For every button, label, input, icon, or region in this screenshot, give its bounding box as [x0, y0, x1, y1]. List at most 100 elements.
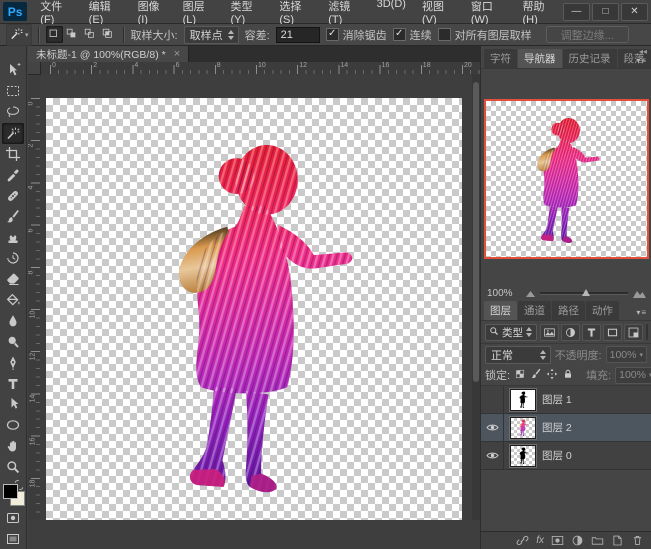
panel-menu-icon[interactable]: ▾≡: [636, 308, 647, 317]
pen-tool[interactable]: [2, 352, 24, 373]
smart-object-filter-icon[interactable]: [624, 324, 643, 341]
add-to-selection-button[interactable]: [64, 26, 81, 43]
visibility-toggle[interactable]: [481, 386, 504, 413]
layer-thumbnail[interactable]: [510, 417, 536, 439]
slider-thumb[interactable]: [582, 289, 590, 296]
layer-style-icon[interactable]: fx: [536, 535, 544, 546]
link-layers-icon[interactable]: [516, 534, 529, 547]
type-filter-icon[interactable]: [582, 324, 601, 341]
tab-paths[interactable]: 路径: [552, 301, 585, 320]
opacity-field[interactable]: 100% ▾: [606, 346, 647, 363]
layer-mask-icon[interactable]: [551, 534, 564, 547]
screen-mode-button[interactable]: [2, 528, 24, 549]
scrollbar-thumb[interactable]: [473, 82, 479, 382]
type-tool[interactable]: [2, 373, 24, 394]
refine-edge-button[interactable]: 调整边缘...: [546, 26, 629, 43]
path-selection-tool[interactable]: [2, 394, 24, 415]
layer-filter-kind-select[interactable]: 类型: [485, 324, 537, 341]
dock-collapse-icon[interactable]: ◂◂: [639, 47, 647, 56]
lock-position-icon[interactable]: [546, 368, 558, 383]
fill-value: 100%: [619, 369, 646, 381]
tab-actions[interactable]: 动作: [586, 301, 619, 320]
eyedropper-tool[interactable]: [2, 164, 24, 185]
brush-tool[interactable]: [2, 206, 24, 227]
pixel-filter-icon[interactable]: [540, 324, 559, 341]
app-logo[interactable]: Ps: [3, 2, 27, 21]
layer-name[interactable]: 图层 2: [542, 420, 572, 435]
tab-character[interactable]: 字符: [484, 49, 517, 68]
layer-group-icon[interactable]: [591, 534, 604, 547]
maximize-button[interactable]: □: [592, 3, 619, 21]
antialias-checkbox[interactable]: ✓ 消除锯齿: [326, 27, 387, 43]
tolerance-input[interactable]: [276, 27, 320, 43]
subtract-from-selection-button[interactable]: [82, 26, 99, 43]
panel-menu-icon[interactable]: ▾≡: [636, 56, 647, 65]
opacity-value: 100%: [610, 349, 637, 361]
blend-mode-select[interactable]: 正常: [485, 346, 551, 364]
sample-all-layers-checkbox[interactable]: 对所有图层取样: [438, 27, 532, 43]
checkbox-checked-icon: ✓: [326, 28, 339, 41]
delete-layer-icon[interactable]: [631, 534, 644, 547]
canvas-pasteboard[interactable]: [40, 74, 480, 520]
fill-field[interactable]: 100% ▾: [615, 367, 651, 384]
visibility-toggle[interactable]: [481, 414, 504, 441]
lock-transparency-icon[interactable]: [514, 368, 526, 383]
navigator-proxy-view[interactable]: [484, 99, 649, 259]
new-selection-button[interactable]: [46, 26, 63, 43]
tab-channels[interactable]: 通道: [518, 301, 551, 320]
shape-filter-icon[interactable]: [603, 324, 622, 341]
layer-row[interactable]: 图层 0: [481, 442, 651, 470]
layer-thumbnail[interactable]: [510, 389, 536, 411]
zoom-tool[interactable]: [2, 457, 24, 478]
vertical-scrollbar[interactable]: [472, 74, 480, 520]
document-content: 02468101214161820 100% 文档:1.83M/6.40M ▸: [28, 74, 480, 520]
move-tool[interactable]: [2, 60, 24, 81]
lock-all-icon[interactable]: [562, 368, 574, 383]
document-tab-close-icon[interactable]: ×: [174, 48, 180, 60]
visibility-toggle[interactable]: [481, 442, 504, 469]
zoom-out-mountain-icon[interactable]: [526, 290, 535, 297]
navigator-zoom-slider[interactable]: [540, 288, 628, 298]
document-tab[interactable]: 未标题-1 @ 100%(RGB/8) * ×: [28, 46, 189, 62]
layer-row[interactable]: 图层 1: [481, 386, 651, 414]
hand-tool[interactable]: [2, 436, 24, 457]
tab-navigator[interactable]: 导航器: [518, 49, 562, 68]
crop-tool[interactable]: [2, 144, 24, 165]
layer-filter-toggle[interactable]: [646, 324, 648, 340]
tab-history[interactable]: 历史记录: [563, 49, 617, 68]
new-layer-icon[interactable]: [611, 534, 624, 547]
clone-stamp-tool[interactable]: [2, 227, 24, 248]
layer-row[interactable]: 图层 2: [481, 414, 651, 442]
minimize-button[interactable]: —: [563, 3, 590, 21]
history-brush-tool[interactable]: [2, 248, 24, 269]
fill-label: 填充:: [586, 367, 611, 383]
contiguous-checkbox[interactable]: ✓ 连续: [393, 27, 432, 43]
adjustment-filter-icon[interactable]: [561, 324, 580, 341]
tool-preset-picker[interactable]: ▾: [6, 24, 32, 46]
lasso-tool[interactable]: [2, 102, 24, 123]
spot-healing-brush-tool[interactable]: [2, 185, 24, 206]
sample-size-select[interactable]: 取样点: [184, 26, 239, 44]
ruler-label: 8: [217, 62, 221, 69]
navigator-zoom-value[interactable]: 100%: [487, 288, 521, 299]
layer-thumbnail[interactable]: [510, 445, 536, 467]
paint-bucket-tool[interactable]: [2, 290, 24, 311]
ellipse-tool[interactable]: [2, 415, 24, 436]
intersect-selection-button[interactable]: [100, 26, 117, 43]
lock-paint-icon[interactable]: [530, 368, 542, 383]
rectangular-marquee-tool[interactable]: [2, 81, 24, 102]
zoom-in-mountain-icon[interactable]: [633, 289, 646, 298]
eraser-tool[interactable]: [2, 269, 24, 290]
ruler-label: 18: [423, 62, 431, 69]
canvas-artboard[interactable]: [46, 98, 462, 520]
dodge-tool[interactable]: [2, 331, 24, 352]
quick-mask-button[interactable]: [2, 507, 24, 528]
magic-wand-tool[interactable]: [2, 123, 24, 144]
adjustment-layer-icon[interactable]: [571, 534, 584, 547]
blur-tool[interactable]: [2, 311, 24, 332]
layer-name[interactable]: 图层 1: [542, 392, 572, 407]
tab-layers[interactable]: 图层: [484, 301, 517, 320]
layer-name[interactable]: 图层 0: [542, 448, 572, 463]
foreground-color-swatch[interactable]: [3, 484, 18, 499]
close-button[interactable]: ✕: [621, 3, 648, 21]
